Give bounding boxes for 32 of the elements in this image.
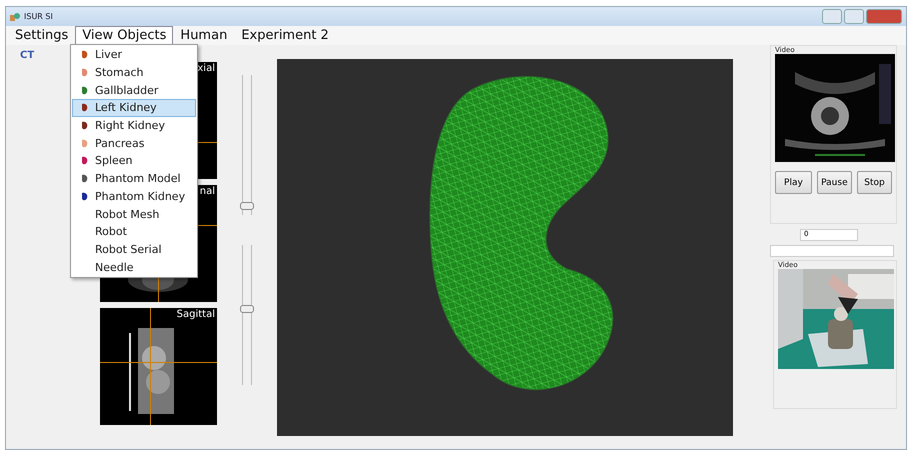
minimize-button[interactable] <box>822 9 842 24</box>
slider-thumb[interactable] <box>240 305 254 314</box>
menu-item[interactable]: Right Kidney <box>72 116 196 134</box>
menu-item[interactable]: Needle <box>72 258 196 276</box>
menu-item[interactable]: View Objects <box>75 26 174 45</box>
slider[interactable] <box>242 245 252 385</box>
menu-item[interactable]: Phantom Model <box>72 170 196 188</box>
slider[interactable] <box>242 75 252 215</box>
menu-item[interactable]: Experiment 2 <box>234 26 336 45</box>
view-label: Sagittal <box>174 308 217 321</box>
menu-item[interactable]: Settings <box>8 26 76 45</box>
menu-item[interactable]: Robot Mesh <box>72 205 196 223</box>
menu-item[interactable]: Stomach <box>72 64 196 82</box>
close-button[interactable] <box>866 9 902 24</box>
menu-item[interactable]: Phantom Kidney <box>72 188 196 206</box>
window-title: ISUR SI <box>24 12 53 21</box>
video-button[interactable]: Play <box>775 171 812 194</box>
menu-item[interactable]: Gallbladder <box>72 81 196 100</box>
menu-item[interactable]: Pancreas <box>72 134 196 152</box>
menu-item[interactable]: Robot Serial <box>72 240 196 258</box>
menu-item[interactable]: Human <box>173 26 234 45</box>
video-button[interactable]: Stop <box>856 171 892 194</box>
maximize-button[interactable] <box>844 9 864 24</box>
section-label: CT <box>20 50 34 61</box>
video-button[interactable]: Pause <box>816 171 852 194</box>
menu-item[interactable]: Left Kidney <box>72 99 196 117</box>
slider-thumb[interactable] <box>240 202 254 210</box>
menu-item[interactable]: Robot <box>72 222 196 241</box>
input-field[interactable] <box>770 245 894 257</box>
menu-item[interactable]: Spleen <box>72 152 196 170</box>
menu-item[interactable]: Liver <box>72 46 196 64</box>
app-icon <box>10 12 20 21</box>
